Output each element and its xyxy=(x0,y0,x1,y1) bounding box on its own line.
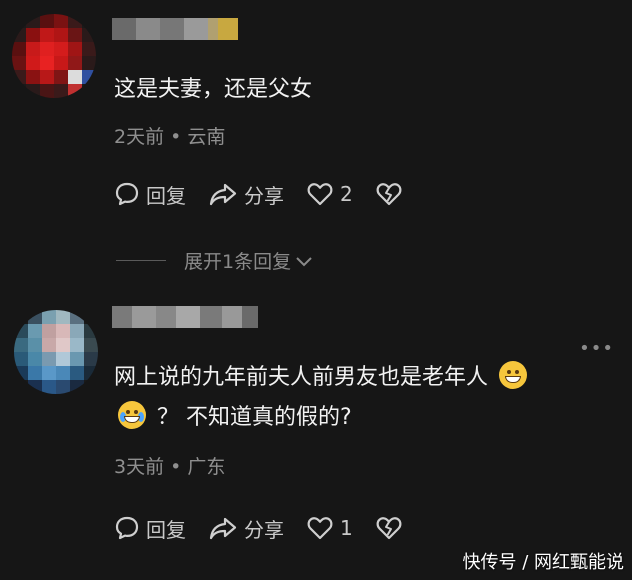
separator-dot: • xyxy=(170,456,182,478)
comment-location: 广东 xyxy=(187,456,226,478)
reply-button[interactable]: 回复 xyxy=(114,512,186,544)
like-count: 2 xyxy=(340,182,353,206)
share-arrow-icon xyxy=(209,183,237,206)
comment-meta: 2天前 • 云南 xyxy=(114,122,225,149)
separator-dot: • xyxy=(170,126,182,148)
comment-meta: 3天前 • 广东 xyxy=(114,452,225,479)
comment-time: 3天前 xyxy=(114,456,165,478)
grinning-emoji-icon xyxy=(499,361,528,389)
comment-text-line2: ？ 不知道真的假的? xyxy=(157,405,352,430)
avatar[interactable] xyxy=(12,14,96,98)
share-button[interactable]: 分享 xyxy=(208,178,284,210)
comment-item: ••• 网上说的九年前夫人前男友也是老年人 ？ 不知道真的假的? 3天前 • 广东 … xyxy=(0,290,632,580)
share-label: 分享 xyxy=(244,183,284,208)
dislike-button[interactable] xyxy=(375,178,409,210)
like-count: 1 xyxy=(340,516,353,540)
comment-bubble-icon xyxy=(115,516,139,540)
like-button[interactable]: 1 xyxy=(306,512,353,544)
reply-label: 回复 xyxy=(146,517,186,542)
crying-laughing-emoji-icon xyxy=(118,401,146,429)
comment-text: 这是夫妻，还是父女 xyxy=(114,77,313,102)
more-dots-icon[interactable]: ••• xyxy=(579,338,614,359)
comment-text-line1: 网上说的九年前夫人前男友也是老年人 xyxy=(114,365,489,390)
comment-bubble-icon xyxy=(115,182,139,206)
avatar[interactable] xyxy=(14,310,98,394)
username[interactable] xyxy=(112,18,238,40)
share-arrow-icon xyxy=(209,517,237,540)
comment-item: 这是夫妻，还是父女 2天前 • 云南 回复 分享 2 展开1条回复 xyxy=(0,0,632,290)
comment-actions: 回复 分享 1 xyxy=(114,512,431,544)
reply-button[interactable]: 回复 xyxy=(114,178,186,210)
comment-text: 网上说的九年前夫人前男友也是老年人 ？ 不知道真的假的? xyxy=(114,358,614,438)
broken-heart-icon xyxy=(376,517,402,540)
heart-outline-icon xyxy=(307,517,333,540)
reply-label: 回复 xyxy=(146,183,186,208)
like-button[interactable]: 2 xyxy=(306,178,353,210)
heart-outline-icon xyxy=(307,183,333,206)
share-button[interactable]: 分享 xyxy=(208,512,284,544)
comment-list: 这是夫妻，还是父女 2天前 • 云南 回复 分享 2 展开1条回复 ••• 网上… xyxy=(0,0,632,580)
chevron-down-icon xyxy=(296,256,312,266)
share-label: 分享 xyxy=(244,517,284,542)
comment-time: 2天前 xyxy=(114,126,165,148)
comment-actions: 回复 分享 2 xyxy=(114,178,431,210)
dislike-button[interactable] xyxy=(375,512,409,544)
broken-heart-icon xyxy=(376,183,402,206)
watermark: 快传号 / 网红甄能说 xyxy=(462,552,624,573)
expand-replies-button[interactable]: 展开1条回复 xyxy=(116,247,313,274)
comment-location: 云南 xyxy=(187,126,226,148)
expand-label: 展开1条回复 xyxy=(184,251,292,273)
divider-line xyxy=(116,260,166,261)
username[interactable] xyxy=(112,306,258,328)
